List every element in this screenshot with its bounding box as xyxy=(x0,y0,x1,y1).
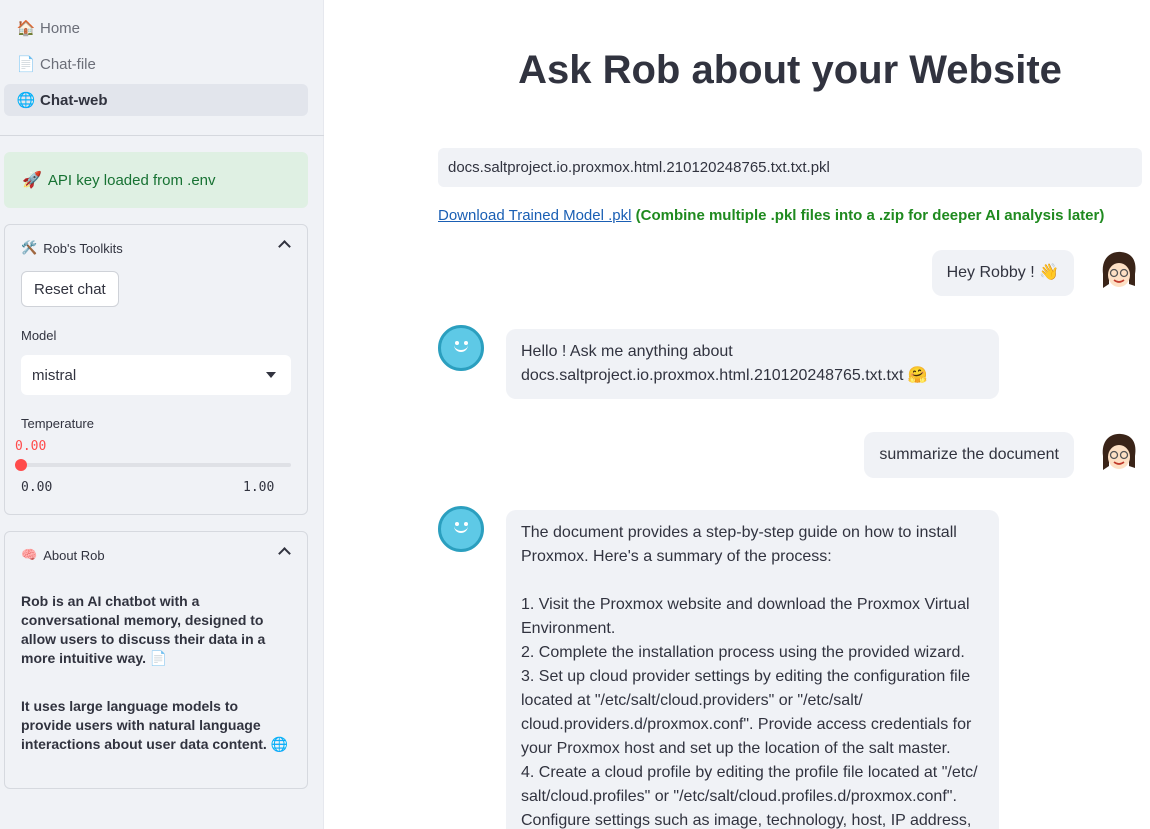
assistant-message: The document provides a step-by-step gui… xyxy=(506,510,999,829)
toolkits-expander: 🛠️ Rob's Toolkits Reset chat Model mistr… xyxy=(4,224,308,515)
brain-icon: 🧠 xyxy=(21,547,38,562)
download-hint: (Combine multiple .pkl files into a .zip… xyxy=(635,207,1105,224)
temperature-slider[interactable] xyxy=(15,459,291,471)
download-model-link[interactable]: Download Trained Model .pkl xyxy=(438,207,631,224)
sidebar-nav: 🏠 Home 📄 Chat-file 🌐 Chat-web xyxy=(4,12,308,120)
page-title: Ask Rob about your Website xyxy=(518,48,1062,92)
nav-item-chat-file[interactable]: 📄 Chat-file xyxy=(4,48,308,80)
mouth xyxy=(454,525,468,533)
assistant-avatar xyxy=(438,506,484,552)
toolkits-header[interactable]: 🛠️ Rob's Toolkits xyxy=(5,225,307,271)
document-icon: 📄 xyxy=(149,650,168,666)
model-label: Model xyxy=(21,328,57,343)
chevron-up-icon[interactable] xyxy=(278,240,291,253)
user-avatar xyxy=(1095,430,1141,476)
model-select-value: mistral xyxy=(32,366,77,384)
nav-item-label: Chat-web xyxy=(40,91,108,109)
document-icon: 📄 xyxy=(16,56,36,73)
slider-min: 0.00 xyxy=(21,480,53,495)
file-input[interactable]: docs.saltproject.io.proxmox.html.2101202… xyxy=(438,148,1142,187)
message-text: The document provides a step-by-step gui… xyxy=(521,524,978,829)
message-text: Hello ! Ask me anything about docs.saltp… xyxy=(521,343,928,384)
about-paragraph-1-text: Rob is an AI chatbot with a conversation… xyxy=(21,593,266,666)
nav-divider xyxy=(0,135,324,136)
user-message: Hey Robby ! 👋 xyxy=(931,250,1074,296)
user-face-icon xyxy=(1102,433,1136,470)
chevron-up-icon[interactable] xyxy=(278,547,291,560)
sidebar: 🏠 Home 📄 Chat-file 🌐 Chat-web 🚀 API key … xyxy=(0,0,324,829)
about-paragraph-2-text: It uses large language models to provide… xyxy=(21,698,267,752)
nav-item-label: Chat-file xyxy=(40,55,96,73)
slider-thumb[interactable] xyxy=(15,459,27,471)
user-message: summarize the document xyxy=(864,432,1074,478)
globe-icon: 🌐 xyxy=(16,92,36,109)
user-avatar xyxy=(1095,248,1141,294)
mouth xyxy=(454,344,468,352)
model-select[interactable]: mistral xyxy=(21,355,291,395)
user-face-icon xyxy=(1102,251,1136,288)
message-text: summarize the document xyxy=(879,446,1059,463)
nav-item-chat-web[interactable]: 🌐 Chat-web xyxy=(4,84,308,116)
about-paragraph-1: Rob is an AI chatbot with a conversation… xyxy=(21,592,289,668)
about-header[interactable]: 🧠 About Rob xyxy=(5,532,307,578)
message-text: Hey Robby ! 👋 xyxy=(946,264,1059,281)
house-icon: 🏠 xyxy=(16,20,36,37)
download-line: Download Trained Model .pkl (Combine mul… xyxy=(438,207,1104,224)
assistant-message: Hello ! Ask me anything about docs.saltp… xyxy=(506,329,999,399)
alert-text: API key loaded from .env xyxy=(47,171,216,189)
nav-item-home[interactable]: 🏠 Home xyxy=(4,12,308,44)
api-key-alert: 🚀 API key loaded from .env xyxy=(4,152,308,208)
about-paragraph-2: It uses large language models to provide… xyxy=(21,697,289,754)
nav-item-label: Home xyxy=(40,19,81,37)
assistant-avatar xyxy=(438,325,484,371)
temperature-value: 0.00 xyxy=(15,439,47,454)
reset-chat-button[interactable]: Reset chat xyxy=(21,271,119,307)
main-content: Ask Rob about your Website docs.saltproj… xyxy=(325,0,1150,829)
toolkits-title: Rob's Toolkits xyxy=(43,240,123,256)
tools-icon: 🛠️ xyxy=(21,240,38,255)
about-expander: 🧠 About Rob Rob is an AI chatbot with a … xyxy=(4,531,308,789)
caret-down-icon xyxy=(266,372,276,378)
globe-icon: 🌐 xyxy=(270,736,289,752)
temperature-label: Temperature xyxy=(21,416,94,431)
rocket-icon: 🚀 xyxy=(22,172,42,189)
about-title: About Rob xyxy=(43,547,105,563)
slider-max: 1.00 xyxy=(243,480,275,495)
